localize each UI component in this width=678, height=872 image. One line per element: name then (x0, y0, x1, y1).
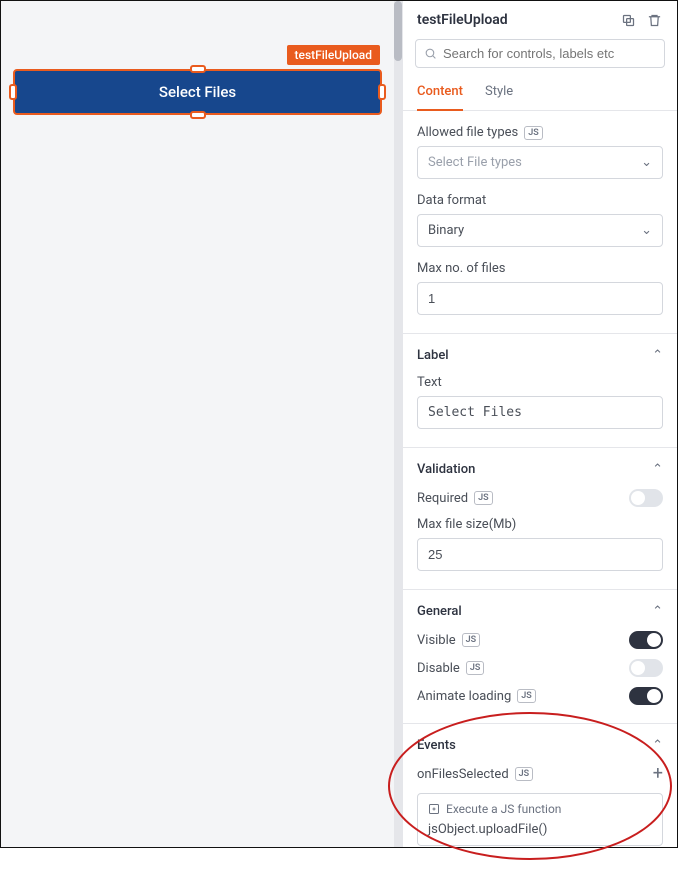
property-panel: testFileUpload Content Style Allowed fil… (402, 1, 677, 847)
search-icon (424, 47, 437, 60)
visible-toggle[interactable] (629, 631, 663, 649)
label-section-heading: Label (417, 348, 449, 363)
allowed-file-types-label: Allowed file types (417, 125, 518, 140)
visible-label: Visible (417, 633, 456, 648)
max-size-label: Max file size(Mb) (417, 517, 516, 532)
label-text-label: Text (417, 375, 442, 390)
search-input[interactable] (443, 46, 656, 61)
chevron-up-icon[interactable]: ⌃ (652, 462, 663, 477)
add-action-button[interactable]: + (653, 765, 663, 783)
label-text-field[interactable] (428, 405, 652, 420)
copy-icon[interactable] (619, 11, 637, 29)
general-heading: General (417, 604, 462, 619)
scrollbar-thumb[interactable] (394, 1, 402, 61)
chevron-up-icon[interactable]: ⌃ (652, 604, 663, 619)
editor-canvas[interactable]: testFileUpload Select Files (1, 1, 394, 847)
required-label: Required (417, 491, 468, 506)
delete-icon[interactable] (645, 11, 663, 29)
max-size-field[interactable] (428, 547, 652, 562)
validation-heading: Validation (417, 462, 475, 477)
canvas-scrollbar[interactable] (394, 1, 402, 847)
file-upload-widget[interactable]: Select Files (13, 69, 382, 115)
required-toggle[interactable] (629, 489, 663, 507)
widget-name-badge[interactable]: testFileUpload (287, 45, 380, 65)
data-format-select[interactable]: Binary ⌄ (417, 214, 663, 247)
tab-style[interactable]: Style (485, 76, 513, 110)
action-type: Execute a JS function (446, 802, 561, 816)
data-format-label: Data format (417, 193, 486, 208)
widget-container[interactable]: testFileUpload Select Files (13, 69, 382, 115)
resize-handle-left[interactable] (9, 84, 17, 100)
button-label: Select Files (159, 83, 236, 101)
action-code: jsObject.uploadFile() (428, 822, 652, 837)
js-badge[interactable]: JS (466, 661, 485, 675)
event-action-card[interactable]: Execute a JS function jsObject.uploadFil… (417, 793, 663, 846)
disable-toggle[interactable] (629, 659, 663, 677)
max-files-label: Max no. of files (417, 261, 505, 276)
search-controls[interactable] (415, 39, 665, 68)
animate-label: Animate loading (417, 689, 511, 704)
js-badge[interactable]: JS (462, 633, 481, 647)
label-text-input[interactable] (417, 396, 663, 429)
disable-label: Disable (417, 661, 460, 676)
js-badge[interactable]: JS (474, 491, 493, 505)
allowed-file-types-select[interactable]: Select File types ⌄ (417, 146, 663, 179)
resize-handle-bottom[interactable] (190, 111, 206, 119)
allowed-file-types-placeholder: Select File types (428, 155, 522, 170)
events-heading: Events (417, 738, 456, 753)
chevron-up-icon[interactable]: ⌃ (652, 738, 663, 753)
resize-handle-right[interactable] (378, 84, 386, 100)
js-badge[interactable]: JS (524, 126, 543, 140)
chevron-down-icon: ⌄ (641, 155, 652, 170)
max-files-field[interactable] (428, 291, 652, 306)
js-badge[interactable]: JS (515, 767, 534, 781)
function-icon (428, 803, 440, 815)
panel-title: testFileUpload (417, 12, 611, 28)
event-handler-label: onFilesSelected (417, 767, 509, 782)
js-badge[interactable]: JS (517, 689, 536, 703)
max-size-input[interactable] (417, 538, 663, 571)
animate-toggle[interactable] (629, 687, 663, 705)
tab-content[interactable]: Content (417, 76, 463, 111)
chevron-up-icon[interactable]: ⌃ (652, 348, 663, 363)
chevron-down-icon: ⌄ (641, 223, 652, 238)
resize-handle-top[interactable] (190, 65, 206, 73)
max-files-input[interactable] (417, 282, 663, 315)
data-format-value: Binary (428, 223, 464, 238)
